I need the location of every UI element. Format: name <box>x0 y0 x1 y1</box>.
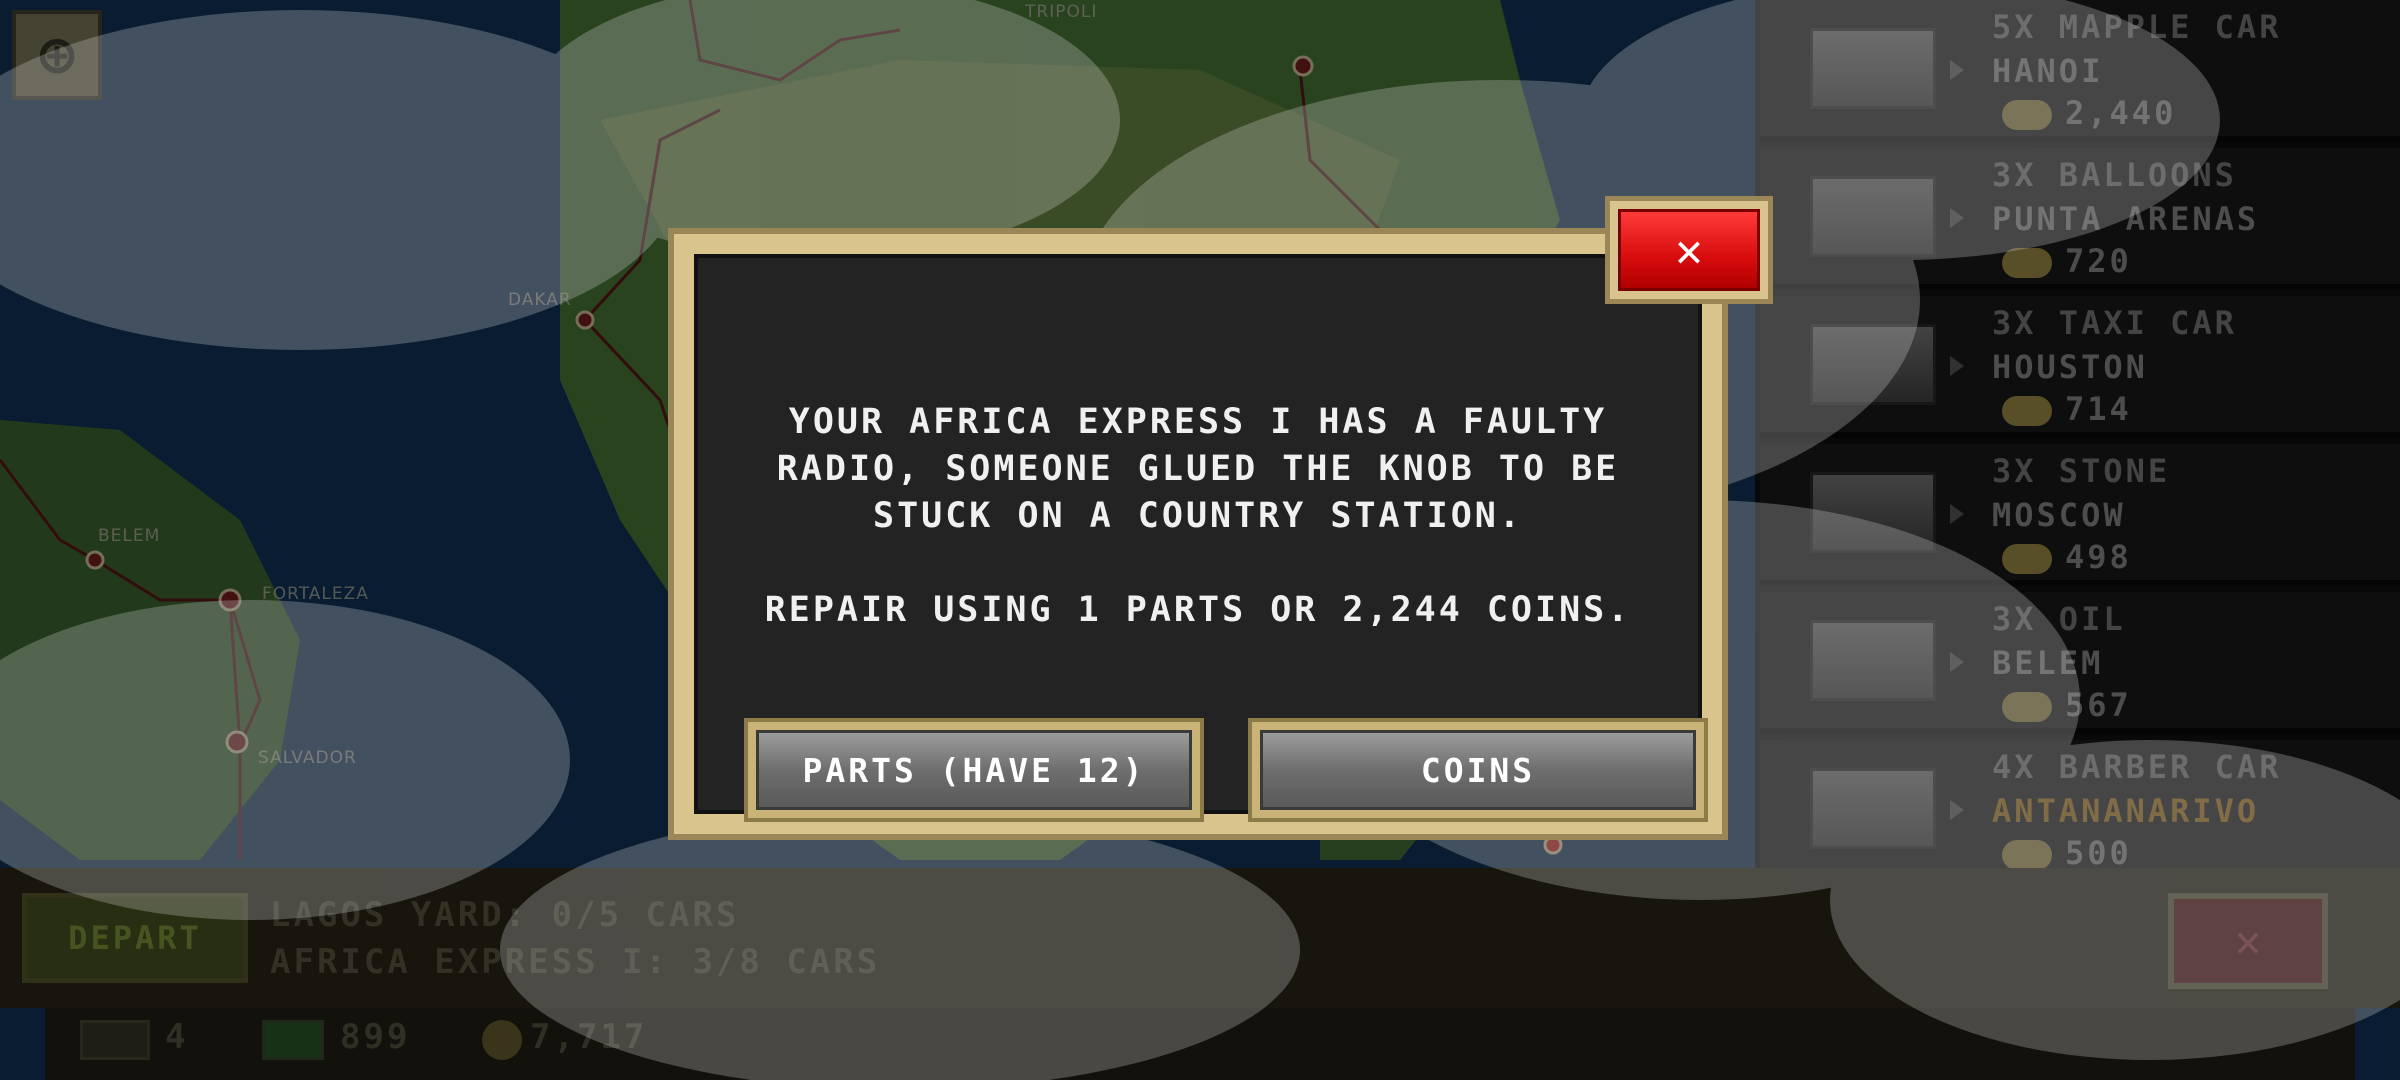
parts-button-label: PARTS (HAVE 12) <box>756 730 1192 810</box>
close-icon: ✕ <box>1618 209 1760 291</box>
repair-with-parts-button[interactable]: PARTS (HAVE 12) <box>744 718 1204 822</box>
dialog-message: YOUR AFRICA EXPRESS I HAS A FAULTY RADIO… <box>764 402 1632 630</box>
dialog-body: YOUR AFRICA EXPRESS I HAS A FAULTY RADIO… <box>694 254 1708 822</box>
repair-with-coins-button[interactable]: COINS <box>1248 718 1708 822</box>
repair-dialog: YOUR AFRICA EXPRESS I HAS A FAULTY RADIO… <box>668 228 1728 840</box>
dialog-close-button[interactable]: ✕ <box>1605 196 1773 304</box>
coins-button-label: COINS <box>1260 730 1696 810</box>
